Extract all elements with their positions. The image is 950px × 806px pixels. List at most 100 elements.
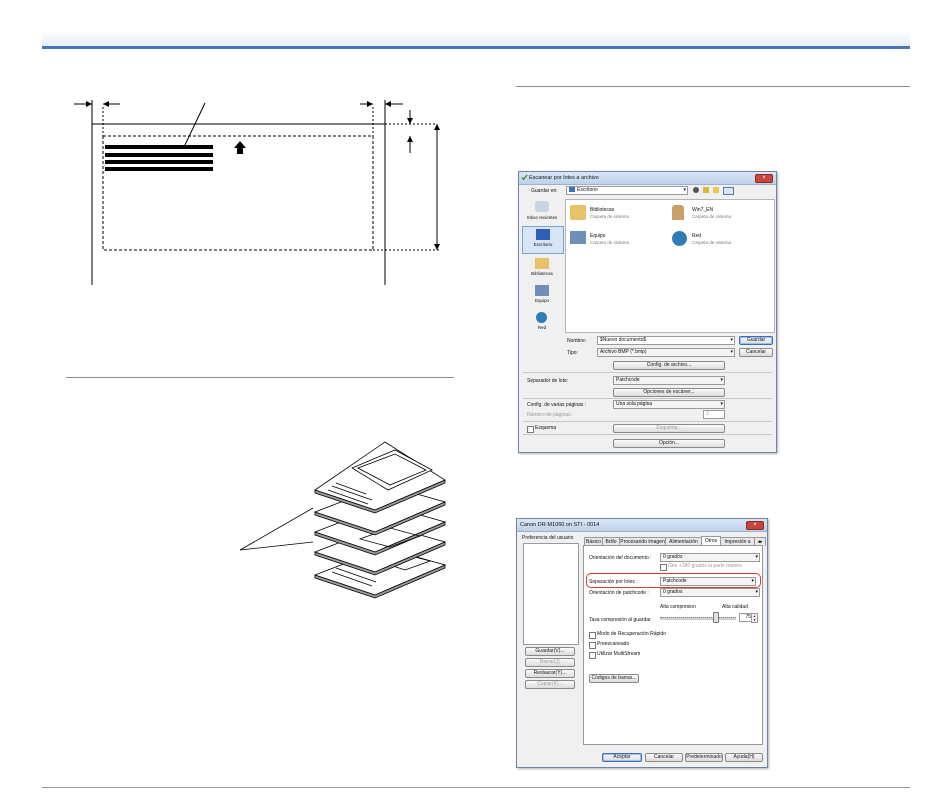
- footer-rule: [42, 787, 910, 788]
- doc-orientation-label: Orientación del documento :: [589, 555, 652, 561]
- list-item[interactable]: Red Carpeta de sistema: [672, 230, 767, 250]
- chevron-down-icon: ▾: [755, 554, 758, 560]
- batch-separator-label: Separador de lote:: [527, 378, 569, 384]
- user-preference-list[interactable]: [523, 543, 579, 645]
- header-rule: [42, 46, 910, 49]
- prescan-checkbox[interactable]: [589, 642, 596, 649]
- doc-orientation-value: 0 grados: [663, 554, 683, 560]
- desktop-icon: [569, 187, 575, 193]
- multipage-label: Config. de varias páginas :: [527, 402, 587, 408]
- save-in-label: Guardar en:: [531, 188, 558, 194]
- compression-slider-track[interactable]: [660, 617, 736, 620]
- stacked-documents-illustration: [240, 441, 447, 599]
- dialog-title: Canon DR-M1060 on STI - 0014: [520, 522, 600, 528]
- place-label: Bibliotecas: [531, 271, 553, 276]
- scheme-checkbox[interactable]: [527, 426, 534, 433]
- back-icon[interactable]: [693, 187, 699, 193]
- file-name-value: $Nuevo documento$: [600, 337, 647, 343]
- barcode-button[interactable]: Códigos de barras...: [589, 674, 639, 683]
- save-button[interactable]: Guardar: [739, 336, 773, 345]
- compression-slider-thumb[interactable]: [713, 612, 719, 623]
- batch-separation-label: Separación por lotes :: [589, 579, 638, 585]
- place-libraries[interactable]: Bibliotecas: [521, 256, 563, 282]
- chevron-down-icon: ▾: [755, 589, 758, 595]
- prescan-label: Preescaneado: [597, 641, 630, 647]
- separator: [523, 421, 772, 422]
- desktop-icon: [536, 229, 550, 240]
- compression-spinner[interactable]: ▴ ▾: [751, 613, 758, 623]
- place-label: Sitios recientes: [526, 215, 558, 220]
- page-count-label: Número de páginas:: [527, 412, 573, 418]
- close-button[interactable]: ×: [746, 521, 764, 530]
- view-menu-icon[interactable]: [723, 187, 734, 195]
- close-button[interactable]: ×: [755, 174, 773, 183]
- rapid-recovery-checkbox[interactable]: [589, 632, 596, 639]
- place-label: Equipo: [534, 298, 549, 303]
- network-icon: [536, 312, 547, 323]
- batch-separation-select[interactable]: Patchcode ▾: [660, 577, 756, 586]
- batch-separator-value: Patchcode: [616, 377, 640, 383]
- scheme-button[interactable]: Esquema...: [613, 424, 725, 433]
- high-compression-label: Alta compresion: [660, 604, 696, 610]
- item-type: Carpeta de sistema: [692, 214, 732, 219]
- restore-preference-button[interactable]: Restaurar(Y)...: [525, 669, 575, 678]
- list-item[interactable]: Win7_EN Carpeta de sistema: [672, 204, 767, 224]
- places-bar: Sitios recientes Escritorio Bibliotecas …: [521, 199, 564, 339]
- file-name-label: Nombre:: [567, 338, 587, 344]
- page-count-input[interactable]: 2: [703, 410, 725, 419]
- tab-panel-others: Orientación del documento : 0 grados ▾ Gi…: [583, 545, 763, 745]
- save-preference-button[interactable]: Guardar(V)...: [525, 647, 575, 656]
- computer-icon: [570, 231, 586, 244]
- batch-scan-to-file-dialog: Escanear por lotes a archivo × Guardar e…: [518, 171, 777, 453]
- multistream-checkbox[interactable]: [589, 652, 596, 659]
- dialog-title-bar: Escanear por lotes a archivo ×: [519, 172, 776, 185]
- rotate-back-checkbox[interactable]: [660, 564, 667, 571]
- libraries-icon: [535, 258, 549, 269]
- batch-separation-value: Patchcode: [663, 578, 687, 584]
- delete-preference-button[interactable]: Borrar(J): [525, 658, 575, 667]
- separator: [523, 372, 772, 373]
- multistream-label: Utilizar MultiStream: [597, 651, 641, 657]
- libraries-icon: [570, 205, 586, 220]
- doc-orientation-select[interactable]: 0 grados ▾: [660, 553, 760, 562]
- rapid-recovery-label: Modo de Recuperación Rápido: [597, 631, 666, 637]
- batch-separator-select[interactable]: Patchcode ▾: [613, 376, 725, 385]
- chevron-down-icon: ▾: [751, 578, 754, 584]
- section-rule-left: [66, 377, 454, 378]
- chevron-down-icon: ▾: [720, 377, 723, 383]
- default-button[interactable]: Predeterminado: [685, 753, 723, 762]
- option-button[interactable]: Opción...: [613, 439, 725, 448]
- cancel-button[interactable]: Cancelar: [739, 348, 773, 357]
- scanner-options-button[interactable]: Opciones de escáner...: [613, 388, 725, 397]
- place-label: Red: [537, 325, 547, 330]
- item-type: Carpeta de sistema: [590, 214, 630, 219]
- place-computer[interactable]: Equipo: [521, 283, 563, 309]
- high-quality-label: Alta calidad: [722, 604, 748, 610]
- place-recent[interactable]: Sitios recientes: [521, 199, 563, 225]
- cancel-button[interactable]: Cancelar: [645, 753, 683, 762]
- copy-preference-button[interactable]: Copiar(K)...: [525, 680, 575, 689]
- place-network[interactable]: Red: [521, 310, 563, 336]
- save-in-select[interactable]: Escritorio ▾: [566, 186, 688, 195]
- multipage-select[interactable]: Una sola página ▾: [613, 400, 725, 409]
- up-folder-icon[interactable]: [703, 187, 709, 193]
- dialog-title: Escanear por lotes a archivo: [529, 175, 599, 181]
- ok-button[interactable]: Aceptar: [602, 753, 642, 762]
- list-item[interactable]: Bibliotecas Carpeta de sistema: [570, 204, 665, 224]
- patch-orientation-select[interactable]: 0 grados ▾: [660, 588, 760, 597]
- folder-nav-toolbar: [693, 186, 741, 195]
- file-name-input[interactable]: $Nuevo documento$ ▾: [597, 336, 735, 345]
- help-button[interactable]: Ayuda(H): [725, 753, 763, 762]
- file-type-select[interactable]: Archivo BMP (*.bmp) ▾: [597, 348, 735, 357]
- section-rule-right: [516, 86, 910, 87]
- dialog-title-bar: Canon DR-M1060 on STI - 0014 ×: [517, 519, 767, 532]
- place-label: Escritorio: [533, 242, 553, 247]
- place-desktop[interactable]: Escritorio: [522, 226, 564, 254]
- new-folder-icon[interactable]: [713, 187, 719, 193]
- multipage-value: Una sola página: [616, 401, 653, 407]
- recent-places-icon: [535, 201, 549, 212]
- list-item[interactable]: Equipo Carpeta de sistema: [570, 230, 665, 250]
- file-config-button[interactable]: Config. de archivo...: [613, 361, 725, 370]
- user-folder-icon: [672, 205, 684, 220]
- chevron-down-icon: ▾: [730, 349, 733, 355]
